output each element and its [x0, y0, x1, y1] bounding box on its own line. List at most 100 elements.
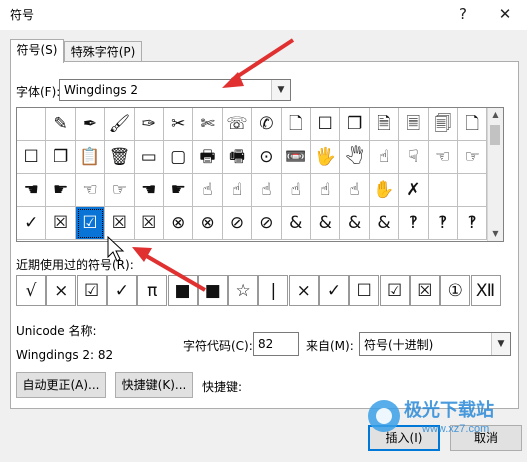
symbol-cell[interactable]: ☞ [458, 141, 488, 174]
recent-symbol[interactable]: ☑ [76, 275, 107, 306]
symbol-cell[interactable]: ☑ [75, 207, 106, 240]
recent-symbol[interactable]: ☒ [409, 275, 440, 306]
symbol-cell[interactable]: & [311, 207, 341, 240]
recent-symbol[interactable]: ■ [197, 275, 228, 306]
symbol-cell[interactable]: ‽ [399, 207, 429, 240]
recent-symbol[interactable]: ☆ [228, 275, 259, 306]
symbol-cell[interactable]: ☝ [369, 141, 400, 174]
recent-symbol[interactable]: | [258, 275, 289, 306]
recent-symbol[interactable]: Ⅻ [470, 275, 501, 306]
symbol-cell[interactable]: 🖷 [222, 141, 253, 174]
symbol-cell[interactable]: & [281, 207, 311, 240]
symbol-cell[interactable]: ☛ [164, 174, 194, 207]
symbol-cell[interactable]: ☛ [46, 174, 76, 207]
symbol-cell[interactable]: ☝ [193, 174, 223, 207]
symbol-cell[interactable]: ☝ [252, 174, 282, 207]
symbol-cell[interactable] [458, 174, 488, 207]
recent-symbol[interactable]: π [137, 275, 168, 306]
char-code-input[interactable]: 82 [253, 332, 299, 356]
symbol-cell[interactable]: ▭ [134, 141, 164, 174]
symbol-cell[interactable]: ⊘ [222, 207, 253, 240]
symbol-cell[interactable]: ❐ [46, 141, 76, 174]
symbol-cell[interactable]: 📼 [281, 141, 311, 174]
symbol-cell[interactable]: ☝ [311, 174, 341, 207]
symbol-cell[interactable]: ☝ [340, 174, 370, 207]
unicode-name-value: Wingdings 2: 82 [16, 348, 114, 362]
font-select-value: Wingdings 2 [64, 83, 139, 97]
symbol-cell[interactable]: ☏ [222, 108, 253, 141]
shortcut-key-label: 快捷键: [202, 380, 243, 394]
grid-scrollbar[interactable]: ▲ ▼ [487, 108, 503, 241]
symbol-cell[interactable]: & [369, 207, 400, 240]
scroll-up-icon[interactable]: ▲ [488, 108, 503, 122]
recent-symbol[interactable]: ☐ [349, 275, 380, 306]
recent-symbol[interactable]: ☑ [379, 275, 410, 306]
recent-symbol[interactable]: × [288, 275, 319, 306]
recent-symbol[interactable]: ■ [167, 275, 198, 306]
symbol-cell[interactable]: ✆ [252, 108, 282, 141]
symbol-cell[interactable]: ☐ [17, 141, 47, 174]
symbol-cell[interactable]: ✗ [399, 174, 429, 207]
symbol-cell[interactable] [17, 108, 47, 141]
symbol-cell[interactable]: ☚ [134, 174, 164, 207]
recent-symbol[interactable]: √ [16, 275, 46, 306]
symbol-cell[interactable]: ✎ [46, 108, 76, 141]
symbol-cell[interactable]: ⊘ [252, 207, 282, 240]
symbol-cell[interactable]: ☒ [105, 207, 135, 240]
symbol-cell[interactable]: ☜ [428, 141, 458, 174]
symbol-cell[interactable]: ☚ [17, 174, 47, 207]
symbol-cell[interactable]: 🗋 [458, 108, 488, 141]
chevron-down-icon[interactable]: ▼ [491, 333, 510, 355]
symbol-cell[interactable]: ‽ [458, 207, 488, 240]
symbol-grid[interactable]: ✎ ✒ 🖌 ✑ ✂ ✄ ☏ ✆ 🗋 ☐ ❐ 🗎 🗏 🗐 🗋 ☐ ❐ 📋 🗑 ▭ ▢ 🖶 🖷 ⊙ 📼 🖐 🖑 ☝ ☟ ☜ ☞ ☚ ☛ ☜ ☞ ☚ ☛ ☝ ☝ ☝… [16, 107, 504, 242]
symbol-cell[interactable]: ☐ [311, 108, 341, 141]
symbol-cell[interactable]: ⊗ [193, 207, 223, 240]
scroll-thumb[interactable] [490, 125, 500, 145]
symbol-cell[interactable]: ✑ [134, 108, 164, 141]
font-select[interactable]: Wingdings 2 ▼ [59, 79, 291, 101]
symbol-cell[interactable]: 🗋 [281, 108, 311, 141]
symbol-cell[interactable]: ✓ [17, 207, 47, 240]
symbol-cell[interactable]: 🖌 [105, 108, 135, 141]
title-bar [0, 0, 527, 30]
symbol-cell[interactable]: ☟ [399, 141, 429, 174]
recent-symbol[interactable]: × [46, 275, 77, 306]
scroll-down-icon[interactable]: ▼ [488, 227, 503, 241]
symbol-cell[interactable]: ❐ [340, 108, 370, 141]
recent-symbol[interactable]: ✓ [319, 275, 349, 306]
symbol-cell[interactable]: 🖶 [193, 141, 223, 174]
from-select[interactable]: 符号(十进制) ▼ [359, 332, 511, 356]
symbol-cell[interactable]: ✄ [193, 108, 223, 141]
chevron-down-icon[interactable]: ▼ [271, 80, 290, 100]
symbol-cell[interactable]: ⊙ [252, 141, 282, 174]
symbol-cell[interactable]: ☒ [46, 207, 76, 240]
autocorrect-button[interactable]: 自动更正(A)... [16, 372, 106, 398]
symbol-cell[interactable]: ☒ [134, 207, 164, 240]
tab-special-characters[interactable]: 特殊字符(P) [64, 41, 142, 62]
close-button[interactable]: ✕ [492, 3, 518, 25]
symbol-cell[interactable]: & [340, 207, 370, 240]
symbol-cell[interactable]: 🖑 [340, 141, 370, 174]
symbol-cell[interactable]: 🗑 [105, 141, 135, 174]
recent-symbol[interactable]: ① [440, 275, 471, 306]
symbol-cell[interactable]: 🗏 [399, 108, 429, 141]
symbol-cell[interactable]: ▢ [164, 141, 194, 174]
symbol-cell[interactable]: ‽ [428, 207, 458, 240]
symbol-cell[interactable] [428, 174, 458, 207]
symbol-cell[interactable]: 🗐 [428, 108, 458, 141]
symbol-cell[interactable]: ☜ [75, 174, 106, 207]
symbol-cell[interactable]: 📋 [75, 141, 106, 174]
shortcut-key-button[interactable]: 快捷键(K)... [115, 372, 193, 398]
help-button[interactable]: ? [450, 3, 476, 25]
symbol-cell[interactable]: ☞ [105, 174, 135, 207]
tab-symbols[interactable]: 符号(S) [10, 39, 64, 63]
symbol-cell[interactable]: ⊗ [164, 207, 194, 240]
symbol-cell[interactable]: ✋ [369, 174, 400, 207]
symbol-cell[interactable]: ☝ [222, 174, 253, 207]
recent-symbol[interactable]: ✓ [106, 275, 137, 306]
symbol-cell[interactable]: ☝ [281, 174, 311, 207]
symbol-cell[interactable]: 🗎 [369, 108, 400, 141]
symbol-cell[interactable]: 🖐 [311, 141, 341, 174]
symbol-cell[interactable]: ✒ [75, 108, 106, 141]
symbol-cell[interactable]: ✂ [164, 108, 194, 141]
